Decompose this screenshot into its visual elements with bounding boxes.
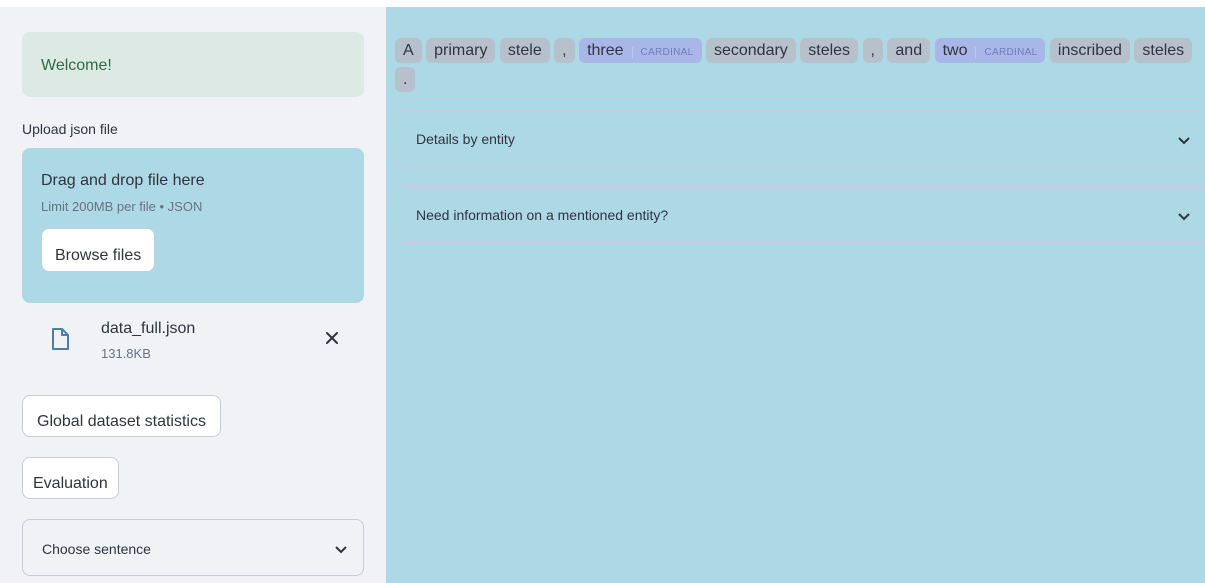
sidebar: Welcome! Upload json file Drag and drop … — [0, 7, 386, 583]
chevron-down-icon — [335, 541, 347, 557]
select-value: Choose sentence — [42, 541, 151, 557]
entity-token: two CARDINAL — [934, 38, 1046, 63]
choose-sentence-select[interactable]: Choose sentence — [22, 519, 364, 576]
welcome-alert: Welcome! — [22, 32, 364, 97]
file-icon — [51, 327, 70, 356]
chevron-down-icon — [1178, 132, 1190, 148]
close-icon[interactable] — [325, 329, 339, 350]
file-dropzone[interactable]: Drag and drop file here Limit 200MB per … — [22, 148, 364, 303]
dropzone-limit: Limit 200MB per file • JSON — [41, 199, 203, 214]
expander-label: Need information on a mentioned entity? — [416, 207, 669, 223]
entity-info-expander[interactable]: Need information on a mentioned entity? — [395, 186, 1205, 243]
token: and — [887, 38, 931, 63]
browse-files-button[interactable]: Browse files — [41, 228, 156, 272]
token: , — [554, 38, 575, 63]
dropzone-title: Drag and drop file here — [41, 172, 205, 189]
welcome-text: Welcome! — [41, 57, 112, 74]
evaluation-button[interactable]: Evaluation — [22, 457, 119, 499]
annotated-sentence: A primary stele , three CARDINAL secondar… — [395, 37, 1205, 95]
upload-label: Upload json file — [22, 121, 118, 137]
token: secondary — [705, 38, 796, 63]
token: primary — [426, 38, 496, 63]
entity-label: CARDINAL — [631, 47, 694, 58]
entity-label: CARDINAL — [975, 47, 1038, 58]
main-content: A primary stele , three CARDINAL secondar… — [386, 7, 1205, 583]
uploaded-file: data_full.json 131.8KB — [22, 303, 364, 381]
token: . — [395, 67, 416, 92]
token: inscribed — [1049, 38, 1130, 63]
token: A — [395, 38, 422, 63]
chevron-down-icon — [1178, 208, 1190, 224]
details-by-entity-expander[interactable]: Details by entity — [395, 110, 1205, 167]
file-name: data_full.json — [101, 320, 196, 337]
file-size: 131.8KB — [101, 346, 151, 361]
global-stats-button[interactable]: Global dataset statistics — [22, 395, 221, 437]
entity-token: three CARDINAL — [579, 38, 702, 63]
token: stele — [499, 38, 550, 63]
token: , — [862, 38, 883, 63]
expander-label: Details by entity — [416, 131, 515, 147]
token: steles — [800, 38, 859, 63]
token: steles — [1134, 38, 1193, 63]
entity-text: three — [587, 42, 624, 59]
entity-text: two — [942, 42, 968, 59]
